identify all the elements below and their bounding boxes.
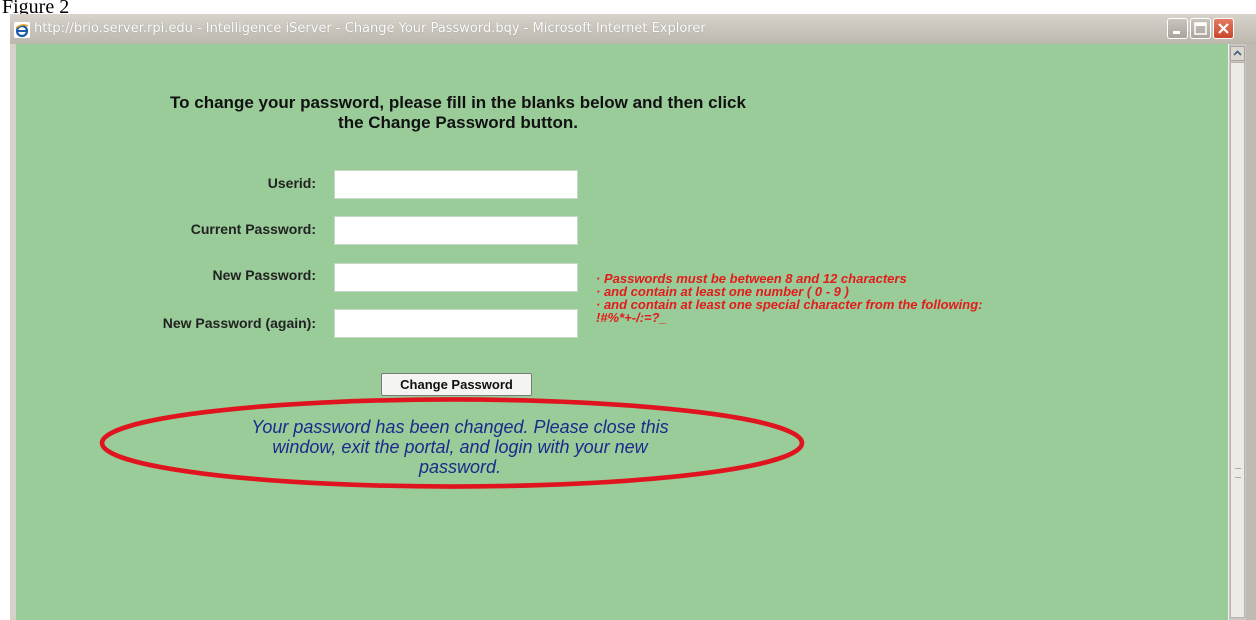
close-button[interactable]: [1213, 18, 1234, 39]
window-title: http://brio.server.rpi.edu - Intelligenc…: [34, 21, 706, 36]
ie-icon: [14, 22, 30, 38]
success-message: Your password has been changed. Please c…: [160, 417, 760, 477]
window-frame-right: [1246, 44, 1256, 620]
page-content: To change your password, please fill in …: [16, 44, 1228, 620]
new-password-again-input[interactable]: [334, 309, 578, 338]
maximize-button[interactable]: [1190, 18, 1211, 39]
chevron-up-icon: [1233, 50, 1242, 56]
change-password-button[interactable]: Change Password: [381, 373, 532, 396]
password-rule-4: !#%*+-/:=?_: [596, 310, 667, 325]
scroll-up-button[interactable]: [1230, 46, 1245, 61]
instructions-line-1: To change your password, please fill in …: [170, 93, 746, 112]
scroll-thumb[interactable]: [1230, 62, 1245, 618]
current-password-input[interactable]: [334, 216, 578, 245]
new-password-label: New Password:: [212, 267, 316, 283]
grip-icon: [1235, 468, 1241, 478]
browser-window: http://brio.server.rpi.edu - Intelligenc…: [10, 14, 1256, 620]
title-bar[interactable]: http://brio.server.rpi.edu - Intelligenc…: [10, 14, 1256, 45]
instructions: To change your password, please fill in …: [106, 93, 810, 133]
maximize-icon: [1194, 22, 1207, 35]
userid-input[interactable]: [334, 170, 578, 199]
vertical-scrollbar[interactable]: [1228, 44, 1246, 620]
success-line-3: password.: [418, 457, 502, 477]
success-line-1: Your password has been changed. Please c…: [251, 417, 669, 437]
userid-label: Userid:: [267, 175, 316, 191]
instructions-line-2: the Change Password button.: [338, 113, 578, 132]
minimize-icon: [1173, 31, 1180, 34]
password-rules: · Passwords must be between 8 and 12 cha…: [596, 272, 982, 324]
new-password-input[interactable]: [334, 263, 578, 292]
new-password-again-label: New Password (again):: [162, 315, 316, 331]
current-password-label: Current Password:: [190, 221, 316, 237]
success-line-2: window, exit the portal, and login with …: [272, 437, 648, 457]
close-icon: [1218, 23, 1229, 34]
minimize-button[interactable]: [1167, 18, 1188, 39]
